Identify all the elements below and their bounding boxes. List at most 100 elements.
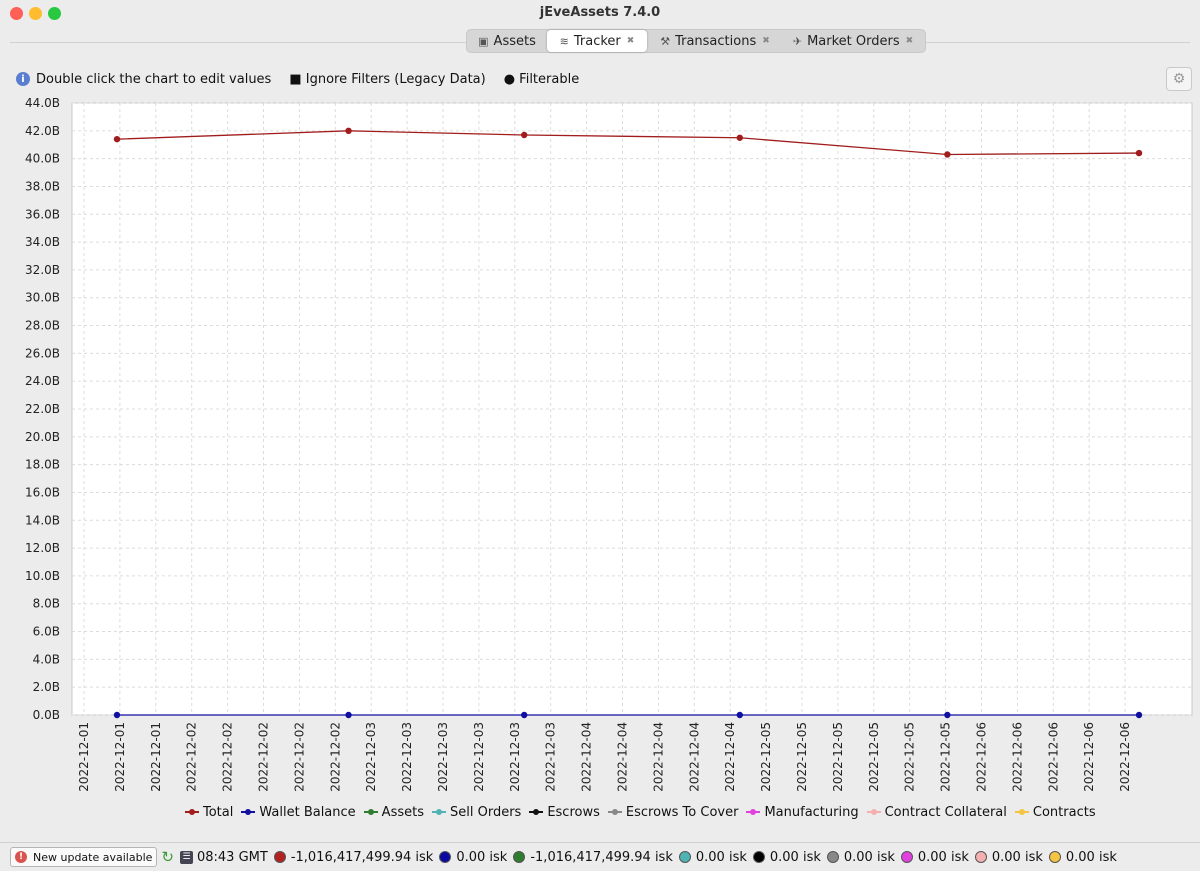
settings-button[interactable]: ⚙ (1166, 67, 1192, 91)
chart-legend: Total Wallet Balance Assets Sell Orders Escr… (185, 803, 1104, 821)
x-tick-label: 2022-12-06 (1010, 722, 1024, 792)
legend-item: Assets (363, 805, 424, 820)
legend-item: Contracts (1014, 804, 1096, 820)
info-icon: i (16, 72, 30, 86)
tab-assets[interactable]: ▣ Assets (467, 30, 547, 52)
x-tick-label: 2022-12-06 (1118, 722, 1132, 792)
data-point-wallet-balance (1135, 711, 1143, 719)
data-point-total (521, 131, 528, 139)
window-title: jEveAssets 7.4.0 (539, 5, 661, 20)
filterable-toggle[interactable]: ● Filterable (504, 72, 580, 87)
status-value: 0.00 isk (900, 849, 969, 865)
x-tick-label: 2022-12-06 (1046, 722, 1060, 792)
status-value: -1,016,417,499.94 isk (273, 849, 434, 865)
chart-icon: ≋ (559, 34, 569, 48)
tab-label: Market Orders (807, 33, 900, 49)
data-point-total (113, 135, 121, 143)
x-tick-label: 2022-12-01 (113, 722, 127, 792)
legend-marker-icon (431, 807, 446, 817)
warning-icon: ! (15, 851, 27, 863)
color-dot-icon (1048, 851, 1061, 863)
time-label: 08:43 GMT (196, 849, 268, 865)
status-value: -1,016,417,499.94 isk (513, 850, 673, 865)
status-bar: ! New update available ↻ ☰ 08:43 GMT -1,… (0, 842, 1200, 871)
y-tick-label: 10.0B (25, 569, 60, 583)
data-point-wallet-balance (944, 711, 951, 719)
close-tab-icon[interactable]: ✖ (627, 36, 635, 46)
data-point-total (1135, 149, 1143, 157)
x-tick-label: 2022-12-05 (867, 722, 881, 792)
x-tick-label: 2022-12-05 (939, 722, 953, 792)
y-tick-label: 16.0B (25, 485, 60, 499)
color-dot-icon (900, 851, 913, 863)
legend-marker-icon (866, 807, 881, 817)
tab-label: Tracker (573, 33, 621, 49)
refresh-icon[interactable]: ↻ (161, 848, 174, 866)
x-tick-label: 2022-12-03 (436, 722, 450, 792)
x-tick-label: 2022-12-02 (185, 722, 199, 792)
y-tick-label: 40.0B (25, 152, 60, 166)
y-tick-label: 22.0B (25, 402, 60, 416)
legend-item: Total (185, 805, 233, 820)
x-tick-label: 2022-12-02 (292, 722, 306, 792)
tab-market-orders[interactable]: ✈ Market Orders ✖ (783, 30, 923, 52)
x-tick-label: 2022-12-06 (1082, 722, 1096, 792)
tab-transactions[interactable]: ⚒ Transactions ✖ (647, 30, 783, 52)
legend-label: Escrows To Cover (625, 804, 739, 820)
status-value-text: 0.00 isk (769, 849, 821, 865)
color-dot-icon (439, 851, 452, 863)
legend-marker-icon (1014, 807, 1029, 817)
legend-label: Wallet Balance (259, 804, 356, 820)
clock-icon: ☰ (179, 850, 193, 864)
tab-tracker[interactable]: ≋ Tracker ✖ (547, 30, 647, 52)
color-dot-icon (826, 851, 839, 863)
legend-item: Escrows To Cover (607, 804, 739, 820)
legend-item: Contract Collateral (866, 805, 1007, 820)
y-tick-label: 4.0B (33, 652, 60, 666)
close-tab-icon[interactable]: ✖ (762, 36, 770, 46)
y-tick-label: 6.0B (33, 625, 60, 639)
x-tick-label: 2022-12-01 (149, 722, 163, 792)
y-tick-label: 30.0B (25, 291, 60, 305)
y-tick-label: 14.0B (25, 513, 60, 527)
color-dot-icon (974, 851, 987, 863)
status-value-text: 0.00 isk (843, 849, 895, 865)
legend-label: Contracts (1032, 804, 1096, 820)
data-point-wallet-balance (736, 711, 743, 719)
y-tick-label: 36.0B (25, 207, 60, 221)
y-tick-label: 2.0B (33, 680, 60, 694)
data-point-wallet-balance (521, 711, 528, 719)
y-tick-label: 8.0B (33, 597, 60, 611)
update-button[interactable]: ! New update available (10, 847, 158, 867)
status-value: 0.00 isk (974, 849, 1043, 865)
status-value-text: 0.00 isk (917, 849, 969, 865)
x-tick-label: 2022-12-05 (759, 722, 773, 792)
x-tick-label: 2022-12-03 (544, 722, 558, 792)
y-tick-label: 20.0B (25, 430, 60, 444)
tab-label: Transactions (675, 33, 757, 49)
update-label: New update available (33, 850, 153, 864)
x-tick-label: 2022-12-03 (508, 722, 522, 792)
close-tab-icon[interactable]: ✖ (906, 36, 914, 46)
status-value-text: 0.00 isk (456, 849, 508, 865)
x-tick-label: 2022-12-04 (687, 722, 701, 792)
y-tick-label: 44.0B (25, 96, 60, 110)
legend-marker-icon (363, 807, 378, 817)
x-tick-label: 2022-12-01 (77, 722, 91, 792)
status-value-text: -1,016,417,499.94 isk (290, 849, 434, 865)
x-tick-label: 2022-12-03 (400, 722, 414, 792)
y-tick-label: 34.0B (25, 235, 60, 249)
y-tick-label: 38.0B (25, 179, 60, 193)
legend-label: Manufacturing (764, 804, 859, 820)
title-bar: jEveAssets 7.4.0 (0, 0, 1200, 28)
x-tick-label: 2022-12-03 (472, 722, 486, 792)
status-value-text: -1,016,417,499.94 isk (530, 849, 673, 865)
tracker-chart[interactable]: 0.0B 2.0B 4.0B 6.0B 8.0B 10.0B 12.0B 14.0B 16.0B… (0, 94, 1200, 800)
legend-label: Total (203, 804, 234, 820)
x-tick-label: 2022-12-05 (795, 722, 809, 792)
x-tick-label: 2022-12-05 (903, 722, 917, 792)
transactions-icon: ⚒ (660, 34, 671, 48)
ignore-filters-toggle[interactable]: ■ Ignore Filters (Legacy Data) (289, 72, 485, 87)
status-value-text: 0.00 isk (991, 849, 1043, 865)
legend-item: Wallet Balance (241, 804, 356, 820)
